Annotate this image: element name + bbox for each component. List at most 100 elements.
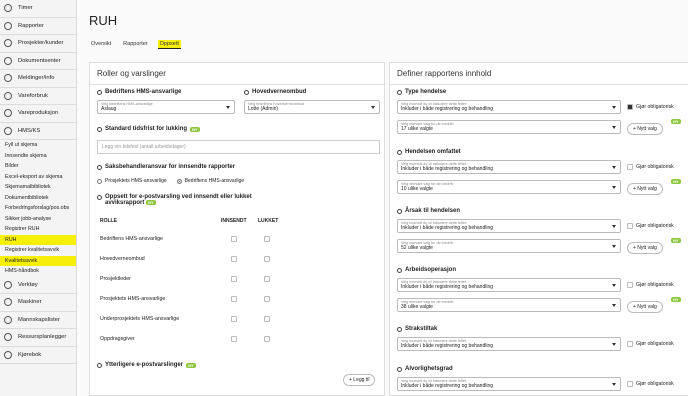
- select-value: Inkluder i både registrering og behandli…: [401, 166, 494, 172]
- sent-checkbox[interactable]: [231, 256, 237, 262]
- subnav-item[interactable]: Sikker jobb-analyse: [0, 214, 76, 225]
- choices-select[interactable]: Velg relevant valg for din bedrift: 17 ul…: [397, 120, 621, 134]
- role-label: Oppdragsgiver: [100, 336, 135, 342]
- include-field-select[interactable]: Velg hvorvidt du vil inkludere dette fel…: [397, 377, 621, 391]
- include-field-select[interactable]: Velg hvorvidt du vil inkludere dette fel…: [397, 219, 621, 233]
- include-field-select[interactable]: Velg hvorvidt du vil inkludere dette fel…: [397, 100, 621, 114]
- mandatory-toggle[interactable]: Gjør obligatorisk: [627, 164, 674, 170]
- select-label: Velg relevant valg for din bedrift:: [401, 241, 454, 245]
- chevron-down-icon: [371, 106, 375, 109]
- mandatory-label: Gjør obligatorisk: [636, 164, 674, 170]
- deadline-input[interactable]: Legg inn tidsfrist (antall arbeidsdager): [97, 140, 380, 154]
- chevron-down-icon: [612, 304, 616, 307]
- mandatory-toggle[interactable]: Gjør obligatorisk: [627, 341, 674, 347]
- radio-company-hms[interactable]: Bedriftens HMS-ansvarlige: [176, 178, 244, 184]
- nav-item-report[interactable]: Rapporter: [0, 18, 76, 35]
- subnav-item[interactable]: Forbedringsforslag/pos.obs: [0, 203, 76, 214]
- nav-item-shield[interactable]: HMS/KS: [0, 123, 76, 140]
- closed-checkbox[interactable]: [264, 276, 270, 282]
- subnav-item[interactable]: Kvalitetsavvik: [0, 255, 76, 266]
- new-choice-button[interactable]: + Nytt valg: [627, 183, 663, 195]
- subnav-item[interactable]: RUH: [0, 234, 76, 245]
- subnav-item[interactable]: Fyll ut skjema: [0, 140, 76, 151]
- nav-item-tool[interactable]: Verktøy: [0, 277, 76, 294]
- choices-select[interactable]: Velg relevant valg for din bedrift: 38 ul…: [397, 298, 621, 312]
- choices-select[interactable]: Velg relevant valg for din bedrift: 10 ul…: [397, 180, 621, 194]
- tab-overview[interactable]: Oversikt: [89, 40, 113, 49]
- sidebar: Timer Rapporter Prosjekter/kunder Dokuments…: [0, 0, 77, 396]
- subnav-item[interactable]: Innsendte skjema: [0, 151, 76, 162]
- nav-item-truck[interactable]: Maskiner: [0, 294, 76, 312]
- col-role: ROLLE: [100, 218, 117, 224]
- section-title: Arbeidsoperasjon: [405, 267, 457, 273]
- choices-select[interactable]: Velg relevant valg for din bedrift: 52 ul…: [397, 239, 621, 253]
- mandatory-label: Gjør obligatorisk: [636, 381, 674, 387]
- section-title: Type hendelse: [405, 89, 447, 95]
- mandatory-checkbox[interactable]: [627, 341, 633, 347]
- nav-item-clock[interactable]: Timer: [0, 0, 76, 18]
- mandatory-toggle[interactable]: Gjør obligatorisk: [627, 223, 674, 229]
- mandatory-checkbox[interactable]: [627, 223, 633, 229]
- tab-setup[interactable]: Oppsett: [157, 40, 181, 49]
- subnav-item[interactable]: Skjemamalbibliotek: [0, 182, 76, 193]
- nav-item-box[interactable]: Vareforbruk: [0, 88, 76, 105]
- role-label: Underprosjektets HMS-ansvarlige: [100, 316, 180, 322]
- sent-checkbox[interactable]: [231, 316, 237, 322]
- closed-checkbox[interactable]: [264, 336, 270, 342]
- nav-item-briefcase[interactable]: Prosjekter/kunder: [0, 35, 76, 53]
- mandatory-label: Gjør obligatorisk: [636, 104, 674, 110]
- mandatory-label: Gjør obligatorisk: [636, 223, 674, 229]
- nav-item-factory[interactable]: Vareproduksjon: [0, 105, 76, 123]
- mandatory-checkbox[interactable]: [627, 282, 633, 288]
- include-field-select[interactable]: Velg hvorvidt du vil inkludere dette fel…: [397, 337, 621, 351]
- sent-checkbox[interactable]: [231, 236, 237, 242]
- sent-checkbox[interactable]: [231, 296, 237, 302]
- mandatory-toggle[interactable]: Gjør obligatorisk: [627, 104, 674, 110]
- select-label: Velg relevant valg for din bedrift:: [401, 122, 454, 126]
- mandatory-checkbox[interactable]: [627, 381, 633, 387]
- new-choice-button[interactable]: + Nytt valg: [627, 301, 663, 313]
- closed-checkbox[interactable]: [264, 296, 270, 302]
- hms-responsible-select[interactable]: Velg bedriftens HMS-ansvarlige Aslaug: [97, 100, 235, 114]
- subnav-item[interactable]: Dokumentbibliotek: [0, 193, 76, 204]
- mandatory-toggle[interactable]: Gjør obligatorisk: [627, 282, 674, 288]
- tab-reports[interactable]: Rapporter: [121, 40, 149, 49]
- subnav-item[interactable]: Registrer kvalitetsavvik: [0, 245, 76, 256]
- subnav-item[interactable]: HMS-håndbok: [0, 266, 76, 277]
- closed-checkbox[interactable]: [264, 236, 270, 242]
- include-field-select[interactable]: Velg hvorvidt du vil inkludere dette fel…: [397, 278, 621, 292]
- closed-checkbox[interactable]: [264, 316, 270, 322]
- car-icon: [4, 350, 12, 359]
- chevron-down-icon: [612, 245, 616, 248]
- nav-item-calendar[interactable]: Ressursplanlegger: [0, 329, 76, 347]
- safety-rep-select[interactable]: Velg bedriftens hovedverneombud Lotte (Ad…: [244, 100, 380, 114]
- sent-checkbox[interactable]: [231, 336, 237, 342]
- nav-item-folder[interactable]: Dokumentsenter: [0, 53, 76, 70]
- box-icon: [4, 91, 12, 100]
- nav-item-car[interactable]: Kjørebok: [0, 347, 76, 364]
- mandatory-checkbox[interactable]: [627, 164, 633, 170]
- nav-item-people[interactable]: Mannskapslister: [0, 312, 76, 329]
- closed-checkbox[interactable]: [264, 256, 270, 262]
- radio-project-hms[interactable]: Prosjektets HMS-ansvarlige: [97, 178, 167, 184]
- info-icon: [244, 89, 249, 95]
- mandatory-toggle[interactable]: Gjør obligatorisk: [627, 381, 674, 387]
- select-value: Inkluder i både registrering og behandli…: [401, 383, 494, 389]
- subnav-item[interactable]: Bilder: [0, 161, 76, 172]
- add-button[interactable]: + Legg til: [343, 374, 376, 386]
- nav-label: Vareforbruk: [18, 92, 48, 99]
- include-field-select[interactable]: Velg hvorvidt du vil inkludere dette fel…: [397, 160, 621, 174]
- main-content: RUH Oversikt Rapporter Oppsett Roller og…: [77, 0, 688, 396]
- subnav-item[interactable]: Registrer RUH: [0, 224, 76, 235]
- nav-item-message[interactable]: Meldinger/info: [0, 70, 76, 88]
- new-choice-button[interactable]: + Nytt valg: [627, 123, 663, 135]
- case-handler-heading: Saksbehandleransvar for innsendte rappor…: [105, 164, 236, 170]
- select-value: Inkluder i både registrering og behandli…: [401, 343, 494, 349]
- subnav-item[interactable]: Excel-eksport av skjema: [0, 172, 76, 183]
- info-icon: [397, 267, 402, 273]
- info-icon: [397, 208, 402, 214]
- mandatory-checkbox[interactable]: [627, 104, 633, 110]
- radio-circle: [176, 178, 182, 184]
- new-choice-button[interactable]: + Nytt valg: [627, 242, 663, 254]
- sent-checkbox[interactable]: [231, 276, 237, 282]
